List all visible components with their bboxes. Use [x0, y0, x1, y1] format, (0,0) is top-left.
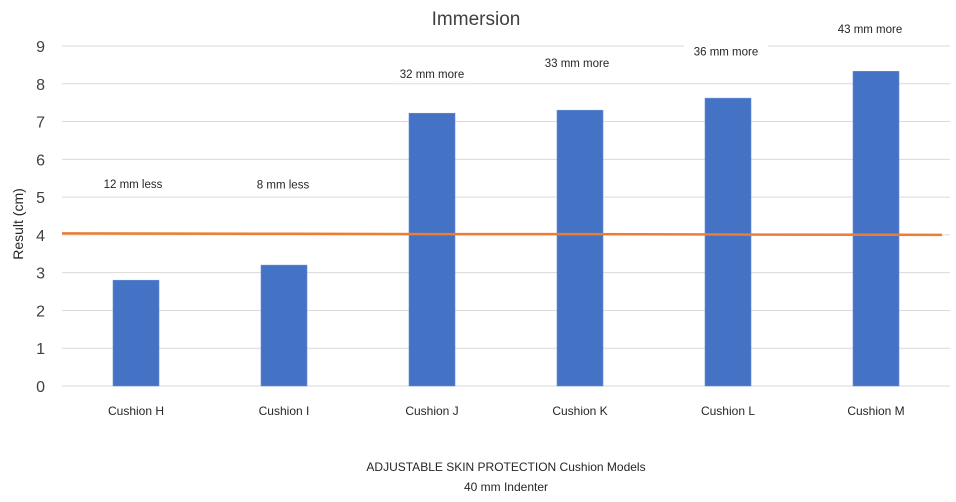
annotation-label: 12 mm less — [104, 179, 163, 191]
y-tick-label: 4 — [36, 228, 45, 245]
chart: Immersion 0 1 2 3 4 5 6 7 8 9 12 mm less 8 mm less… — [10, 9, 950, 494]
annotation-label: 33 mm more — [545, 58, 610, 70]
bar-cushion-k — [556, 109, 604, 387]
x-axis-label-line-2: 40 mm Indenter — [464, 480, 548, 494]
y-tick-label: 1 — [36, 341, 45, 358]
reference-line-path — [61, 232, 943, 237]
bar-cushion-h — [112, 279, 160, 387]
bars — [112, 71, 900, 387]
annotation-label: 36 mm more — [694, 47, 759, 59]
y-tick-label: 7 — [36, 115, 45, 132]
x-category-label: Cushion H — [108, 404, 164, 418]
y-tick-label: 0 — [36, 379, 45, 396]
gridlines — [62, 45, 950, 387]
annotation-label: 43 mm more — [838, 24, 903, 36]
y-tick-label: 9 — [36, 39, 45, 56]
y-tick-label: 6 — [36, 152, 45, 169]
x-category-label: Cushion I — [259, 404, 310, 418]
bar-cushion-m — [852, 71, 900, 387]
x-category-label: Cushion J — [405, 404, 458, 418]
x-axis-label-line-1: ADJUSTABLE SKIN PROTECTION Cushion Model… — [366, 460, 645, 474]
y-tick-label: 5 — [36, 190, 45, 207]
bar-cushion-i — [260, 264, 308, 387]
bar-cushion-j — [408, 112, 456, 387]
chart-title: Immersion — [432, 9, 521, 30]
x-category-label: Cushion M — [847, 404, 904, 418]
y-tick-label: 3 — [36, 266, 45, 283]
y-tick-label: 8 — [36, 77, 45, 94]
annotations: 12 mm less 8 mm less 32 mm more 33 mm more 3… — [91, 17, 912, 194]
x-category-label: Cushion K — [552, 404, 607, 418]
y-axis-ticks: 0 1 2 3 4 5 6 7 8 9 — [36, 39, 45, 396]
annotation-label: 32 mm more — [400, 69, 465, 81]
x-category-label: Cushion L — [701, 404, 755, 418]
x-axis-categories: Cushion H Cushion I Cushion J Cushion K Cush… — [108, 404, 905, 418]
y-tick-label: 2 — [36, 303, 45, 320]
annotation-label: 8 mm less — [257, 180, 310, 192]
reference-line — [61, 232, 943, 237]
bar-cushion-l — [704, 97, 752, 387]
y-axis-label: Result (cm) — [10, 188, 26, 260]
